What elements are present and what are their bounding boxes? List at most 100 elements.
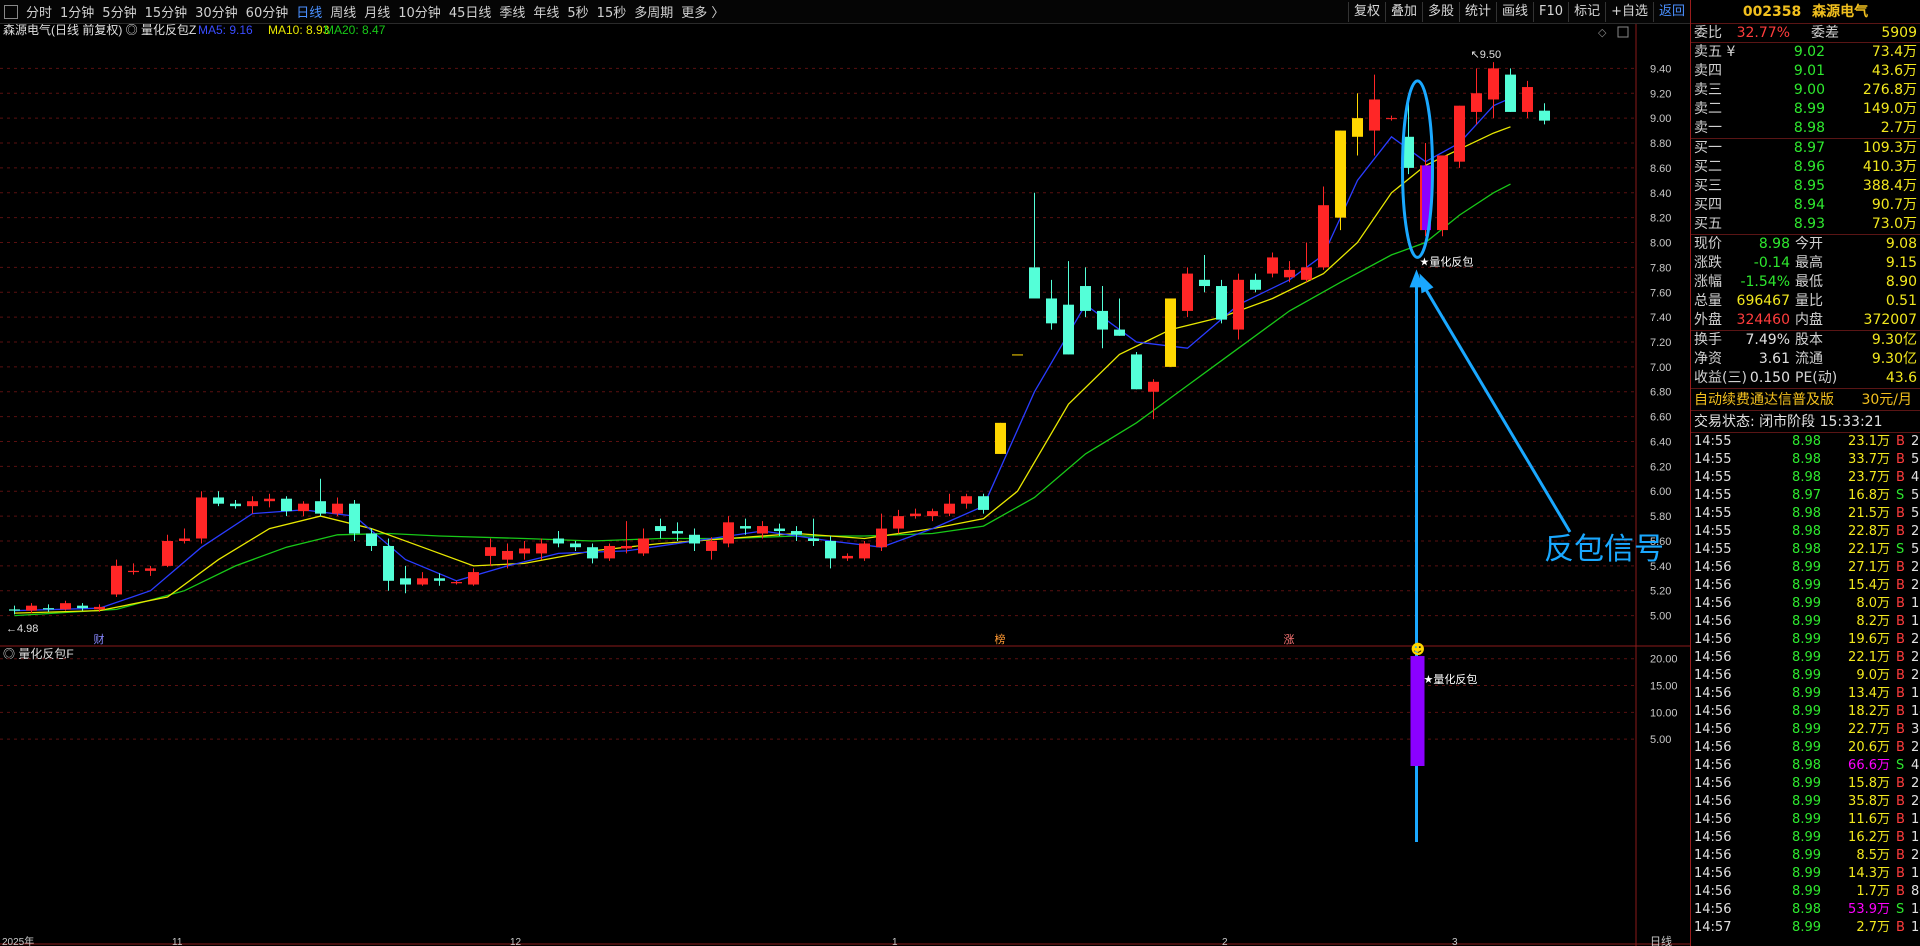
subscription-ad[interactable]: 自动续费通达信普及版 30元/月 (1691, 389, 1920, 411)
candle[interactable] (1335, 130, 1346, 231)
candle[interactable] (1454, 105, 1465, 168)
stat-label: 今开 (1795, 236, 1823, 252)
stat-value: -0.14 (1753, 255, 1790, 271)
toolbar-button-7[interactable]: +自选 (1605, 2, 1653, 22)
sell-order-price: 9.00 (1793, 82, 1825, 98)
tick-volume: 9.0万 (1856, 668, 1890, 683)
tick-side: S (1896, 758, 1905, 773)
tab-timeframe-4[interactable]: 30分钟 (191, 2, 242, 21)
tab-timeframe-12[interactable]: 年线 (529, 2, 563, 21)
tick-side: S (1896, 902, 1905, 917)
fund-row: 净资 3.61 流通 9.30亿 (1691, 350, 1920, 369)
tick-time: 14:56 (1694, 614, 1732, 629)
candle[interactable] (604, 543, 615, 561)
tab-timeframe-3[interactable]: 15分钟 (141, 2, 192, 21)
tab-timeframe-2[interactable]: 5分钟 (98, 2, 140, 21)
tab-timeframe-11[interactable]: 季线 (495, 2, 529, 21)
event-marker[interactable]: 涨 (1284, 633, 1295, 646)
candle[interactable] (1437, 155, 1448, 237)
candle[interactable] (995, 422, 1006, 454)
sell-order-row[interactable]: 卖四 9.01 43.6万 (1691, 62, 1920, 81)
buy-order-row[interactable]: 买二 8.96 410.3万 (1691, 158, 1920, 177)
tick-price: 8.98 (1792, 902, 1821, 917)
tick-list[interactable]: 14:55 8.98 23.1万 B 29 14:55 8.98 33.7万 B 50 14:55 8… (1691, 433, 1920, 937)
tab-timeframe-10[interactable]: 45日线 (445, 2, 496, 21)
candle[interactable] (196, 491, 207, 544)
x-axis-label: 1 (892, 937, 898, 946)
stat-label: 涨幅 (1694, 274, 1722, 290)
sell-order-row[interactable]: 卖三 9.00 276.8万 (1691, 81, 1920, 100)
toolbar-button-2[interactable]: 多股 (1421, 2, 1459, 22)
event-marker[interactable]: 财 (94, 632, 105, 646)
tab-timeframe-13[interactable]: 5秒 (563, 2, 592, 21)
sell-order-row[interactable]: 卖一 8.98 2.7万 (1691, 119, 1920, 138)
candle[interactable] (1012, 354, 1023, 356)
event-marker[interactable]: 榜 (995, 632, 1006, 646)
tab-timeframe-8[interactable]: 月线 (360, 2, 394, 21)
candle-body (757, 526, 768, 534)
candle-body (859, 543, 870, 559)
candle[interactable] (1505, 68, 1516, 112)
tick-side: B (1896, 596, 1905, 611)
tick-price: 8.99 (1792, 614, 1821, 629)
tick-side: B (1896, 722, 1905, 737)
candle[interactable] (1216, 279, 1227, 324)
toolbar-button-6[interactable]: 标记 (1568, 2, 1605, 22)
tick-volume: 1.7万 (1856, 884, 1890, 899)
toolbar-button-0[interactable]: 复权 (1347, 2, 1385, 22)
tick-row: 14:57 8.99 2.7万 B 14 (1691, 919, 1920, 937)
tab-timeframe-0[interactable]: 分时 (22, 2, 56, 21)
diamond-icon[interactable]: ◇ (1598, 26, 1607, 39)
candle-body (570, 543, 581, 548)
tick-side: B (1896, 830, 1905, 845)
candle-body (995, 422, 1006, 454)
tick-volume: 33.7万 (1848, 452, 1890, 467)
buy-order-row[interactable]: 买四 8.94 90.7万 (1691, 196, 1920, 215)
tab-timeframe-6[interactable]: 日线 (292, 2, 326, 21)
tab-timeframe-9[interactable]: 10分钟 (394, 2, 445, 21)
y-tick-label: 9.20 (1650, 88, 1671, 100)
menu-square-icon[interactable] (4, 4, 18, 19)
buy-order-row[interactable]: 买五 8.93 73.0万 (1691, 215, 1920, 234)
candle-body (1335, 130, 1346, 218)
candle[interactable] (1131, 351, 1142, 390)
sell-order-row[interactable]: 卖五 ¥ 9.02 73.4万 (1691, 43, 1920, 62)
tab-timeframe-7[interactable]: 周线 (326, 2, 360, 21)
candle-body (791, 531, 802, 535)
toolbar-button-1[interactable]: 叠加 (1384, 2, 1422, 22)
candle[interactable] (1182, 267, 1193, 318)
candle-body (43, 608, 54, 610)
sell-order-row[interactable]: 卖二 8.99 149.0万 (1691, 100, 1920, 119)
candle[interactable] (859, 540, 870, 561)
tab-timeframe-1[interactable]: 1分钟 (56, 2, 98, 21)
toolbar-button-4[interactable]: 画线 (1496, 2, 1533, 22)
tab-timeframe-16[interactable]: 更多 〉 (677, 2, 728, 21)
tick-price: 8.99 (1792, 578, 1821, 593)
candle-body (893, 516, 904, 529)
candle-body (689, 534, 700, 544)
tick-volume: 18.2万 (1848, 704, 1890, 719)
stat-label: 现价 (1694, 236, 1722, 252)
candle-body (519, 548, 530, 554)
toolbar-button-3[interactable]: 统计 (1459, 2, 1496, 22)
buy-order-row[interactable]: 买一 8.97 109.3万 (1691, 139, 1920, 158)
kline-chart-area[interactable]: 9.40 9.20 9.00 8.80 8.60 8.40 8.20 8.00 7.80 7.60… (0, 24, 1690, 946)
tab-timeframe-14[interactable]: 15秒 (593, 2, 631, 21)
tick-row: 14:56 8.99 15.4万 B 25 (1691, 577, 1920, 595)
sell-order-volume: 43.6万 (1871, 63, 1917, 79)
tab-timeframe-5[interactable]: 60分钟 (242, 2, 293, 21)
candle-body (485, 547, 496, 556)
buy-order-row[interactable]: 买三 8.95 388.4万 (1691, 177, 1920, 196)
toolbar-button-8[interactable]: 返回 (1652, 2, 1690, 22)
candle-body (26, 605, 37, 611)
candle[interactable] (1165, 298, 1176, 367)
tick-count: 47 (1911, 470, 1920, 485)
toolbar-button-5[interactable]: F10 (1533, 2, 1568, 22)
candle-body (723, 522, 734, 544)
kline-svg[interactable]: 9.40 9.20 9.00 8.80 8.60 8.40 8.20 8.00 7.80 7.60… (0, 24, 1690, 946)
x-axis-label: 12 (510, 937, 522, 946)
tick-row: 14:56 8.99 11.6万 B 17 (1691, 811, 1920, 829)
tab-timeframe-15[interactable]: 多周期 (630, 2, 677, 21)
stat-value: 8.90 (1885, 274, 1917, 290)
candle-body (1539, 110, 1550, 121)
